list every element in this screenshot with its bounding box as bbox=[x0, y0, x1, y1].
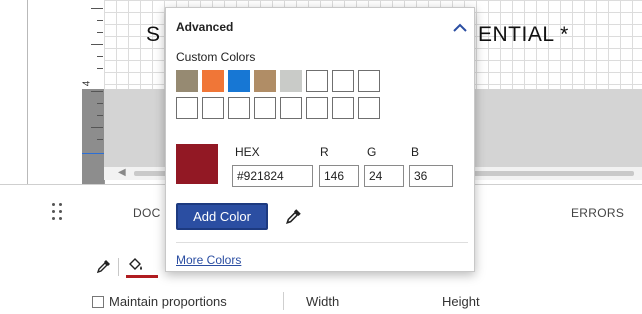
color-swatch[interactable] bbox=[176, 70, 198, 92]
tab-errors[interactable]: ERRORS bbox=[571, 206, 624, 220]
chevron-up-icon[interactable] bbox=[453, 20, 467, 32]
popup-divider bbox=[176, 242, 468, 243]
fill-color-indicator bbox=[126, 275, 158, 278]
g-label: G bbox=[367, 145, 377, 159]
empty-color-swatch[interactable] bbox=[332, 70, 354, 92]
r-label: R bbox=[320, 145, 329, 159]
ruler-number: 4 bbox=[81, 80, 93, 87]
add-color-button[interactable]: Add Color bbox=[176, 203, 268, 230]
ruler-tick bbox=[97, 115, 103, 116]
empty-color-swatch[interactable] bbox=[254, 97, 276, 119]
vertical-ruler: 4 bbox=[81, 0, 105, 184]
maintain-proportions-checkbox[interactable]: Maintain proportions bbox=[92, 294, 227, 309]
eyedropper-icon[interactable] bbox=[96, 258, 112, 274]
ruler-tick bbox=[91, 44, 103, 45]
ruler-tick bbox=[91, 91, 103, 92]
toolbar-separator bbox=[283, 292, 284, 310]
ruler-tick bbox=[97, 56, 103, 57]
custom-color-swatches bbox=[176, 70, 380, 119]
eyedropper-icon[interactable] bbox=[285, 207, 303, 225]
fill-color-button[interactable] bbox=[126, 256, 158, 278]
height-label: Height bbox=[442, 294, 480, 309]
color-swatch[interactable] bbox=[254, 70, 276, 92]
empty-color-swatch[interactable] bbox=[358, 70, 380, 92]
empty-color-swatch[interactable] bbox=[202, 97, 224, 119]
b-label: B bbox=[411, 145, 420, 159]
toolbar-separator bbox=[118, 258, 119, 276]
empty-color-swatch[interactable] bbox=[228, 97, 250, 119]
r-input[interactable]: 146 bbox=[319, 165, 359, 187]
ruler-tick bbox=[91, 127, 103, 128]
ruler-tick bbox=[97, 68, 103, 69]
custom-colors-label: Custom Colors bbox=[176, 50, 256, 64]
banner-text-right: ENTIAL * bbox=[478, 23, 569, 46]
color-swatch[interactable] bbox=[202, 70, 224, 92]
banner-text-left: S bbox=[146, 23, 161, 46]
color-picker-popup: Advanced Custom Colors HEX R G B #921824… bbox=[165, 7, 475, 272]
b-input[interactable]: 36 bbox=[409, 165, 453, 187]
canvas-left-border bbox=[27, 0, 28, 184]
empty-color-swatch[interactable] bbox=[280, 97, 302, 119]
empty-color-swatch[interactable] bbox=[306, 97, 328, 119]
current-color-preview bbox=[176, 144, 218, 184]
empty-color-swatch[interactable] bbox=[306, 70, 328, 92]
more-colors-link[interactable]: More Colors bbox=[176, 253, 241, 267]
popup-title: Advanced bbox=[176, 20, 234, 34]
empty-color-swatch[interactable] bbox=[332, 97, 354, 119]
ruler-tick bbox=[97, 103, 103, 104]
checkbox-box[interactable] bbox=[92, 295, 104, 308]
ruler-tick bbox=[97, 32, 103, 33]
empty-color-swatch[interactable] bbox=[358, 97, 380, 119]
ruler-position-marker bbox=[82, 153, 104, 154]
empty-color-swatch[interactable] bbox=[176, 97, 198, 119]
tab-doc[interactable]: DOC bbox=[133, 206, 161, 220]
ruler-tick bbox=[91, 8, 103, 9]
hex-input[interactable]: #921824 bbox=[232, 165, 313, 187]
width-label: Width bbox=[306, 294, 340, 309]
ruler-tick bbox=[97, 20, 103, 21]
color-swatch[interactable] bbox=[228, 70, 250, 92]
ruler-tick bbox=[97, 139, 103, 140]
g-input[interactable]: 24 bbox=[364, 165, 404, 187]
scroll-left-icon[interactable]: ◀ bbox=[118, 167, 126, 178]
drag-handle-icon[interactable] bbox=[52, 203, 62, 221]
hex-label: HEX bbox=[235, 145, 260, 159]
color-swatch[interactable] bbox=[280, 70, 302, 92]
paint-bucket-icon bbox=[129, 258, 142, 270]
maintain-proportions-label: Maintain proportions bbox=[109, 294, 227, 309]
